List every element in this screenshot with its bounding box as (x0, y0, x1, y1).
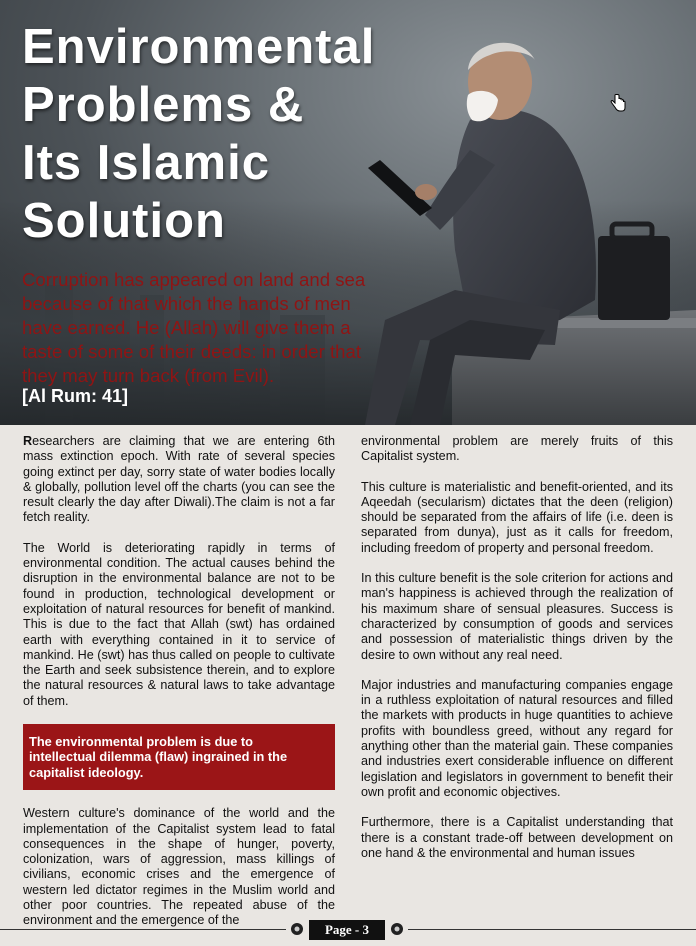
footer-rule-left (0, 929, 286, 930)
quranic-quote: Corruption has appeared on land and sea … (22, 269, 366, 386)
paragraph: The World is deteriorating rapidly in te… (23, 540, 335, 708)
hand-cursor-icon (610, 94, 626, 112)
paragraph: In this culture benefit is the sole crit… (361, 571, 673, 662)
callout-box: The environmental problem is due to inte… (23, 724, 335, 791)
paragraph: Furthermore, there is a Capitalist under… (361, 815, 673, 860)
title-line-4: Solution (22, 194, 226, 248)
ornament-icon (291, 923, 303, 935)
paragraph: This culture is materialistic and benefi… (361, 479, 673, 555)
dropcap: R (23, 434, 33, 448)
paragraph: Major industries and manufacturing compa… (361, 677, 673, 799)
left-column: Researchers are claiming that we are ent… (23, 434, 335, 944)
paragraph: Researchers are claiming that we are ent… (23, 434, 335, 526)
paragraph-text: esearchers are claiming that we are ente… (23, 434, 335, 525)
title-line-2: Problems & (22, 78, 305, 132)
right-column: environmental problem are merely fruits … (361, 434, 673, 876)
ornament-icon (391, 923, 403, 935)
paragraph: Western culture's dominance of the world… (23, 806, 335, 928)
title-line-3: Its Islamic (22, 136, 270, 190)
title-line-1: Environmental (22, 20, 376, 74)
page-number: Page - 3 (309, 920, 385, 940)
hero-banner: Environmental Problems & Its Islamic Sol… (0, 0, 696, 425)
paragraph: environmental problem are merely fruits … (361, 434, 673, 464)
page-footer: Page - 3 (0, 918, 696, 942)
footer-rule-right (408, 929, 696, 930)
page-title: Environmental Problems & Its Islamic Sol… (22, 18, 375, 250)
quote-reference: [Al Rum: 41] (22, 386, 129, 406)
